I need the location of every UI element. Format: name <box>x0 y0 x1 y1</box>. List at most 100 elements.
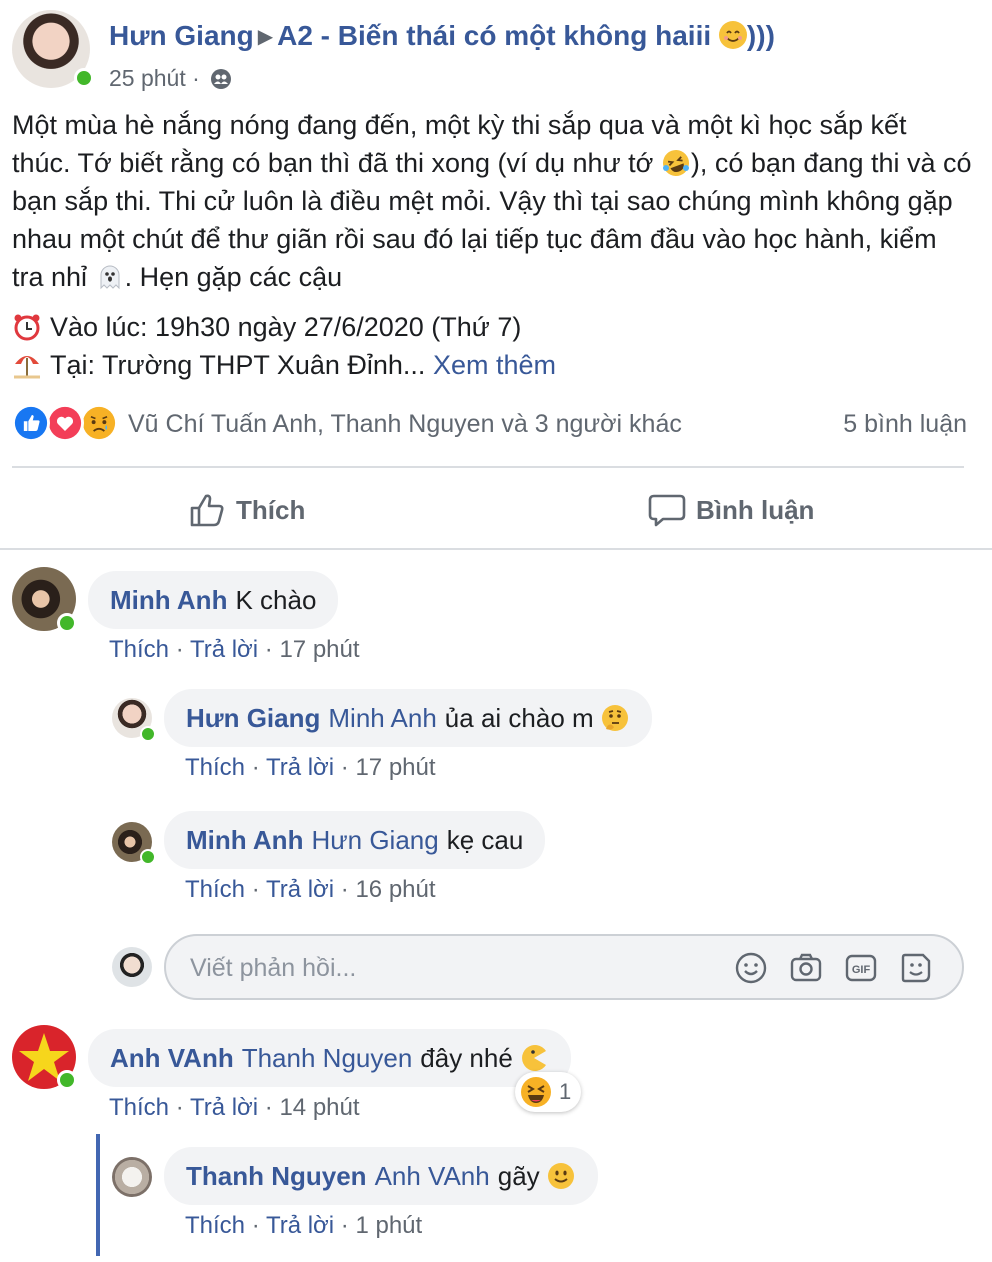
like-button[interactable]: Thích <box>188 488 305 532</box>
reply-like-link[interactable]: Thích <box>185 1212 245 1239</box>
beach-umbrella-icon <box>14 356 40 379</box>
author-name-link[interactable]: Hưn Giang <box>109 20 254 51</box>
highlighted-thread-line <box>96 1134 100 1256</box>
event-time-text: Vào lúc: 19h30 ngày 27/6/2020 (Thứ 7) <box>50 312 522 342</box>
event-place-line: Tại: Trường THPT Xuân Đỉnh... Xem thêm <box>12 350 556 381</box>
reply-input-box: GIF <box>164 934 964 1000</box>
reply-text: gãy <box>497 1160 540 1191</box>
comment-author-link[interactable]: Minh Anh <box>110 585 227 616</box>
pacman-emoji-icon <box>521 1045 546 1071</box>
rofl-emoji-icon <box>662 150 689 176</box>
comment-time[interactable]: 17 phút <box>279 636 359 663</box>
thinking-face-emoji-icon <box>601 705 628 731</box>
group-suffix: ))) <box>746 20 775 51</box>
reply-actions: Thích · Trả lời · 1 phút <box>185 1212 422 1240</box>
comment-button[interactable]: Bình luận <box>648 488 814 532</box>
reply-time[interactable]: 1 phút <box>355 1212 422 1239</box>
comment-text: đây nhé <box>420 1042 513 1073</box>
event-time-line: Vào lúc: 19h30 ngày 27/6/2020 (Thứ 7) <box>12 312 521 343</box>
love-reaction-icon[interactable] <box>46 404 84 442</box>
haha-reaction-icon <box>521 1077 551 1107</box>
comment-button-label: Bình luận <box>696 494 815 525</box>
section-divider <box>0 548 992 550</box>
post-time-link[interactable]: 25 phút · <box>109 65 200 91</box>
comment-actions: Thích · Trả lời · 14 phút <box>109 1094 360 1122</box>
reply-like-link[interactable]: Thích <box>185 754 245 781</box>
reply-reply-link[interactable]: Trả lời <box>266 876 334 903</box>
reply-author-link[interactable]: Hưn Giang <box>186 703 320 734</box>
like-reaction-icon[interactable] <box>12 404 50 442</box>
comment-reply-link[interactable]: Trả lời <box>190 636 258 663</box>
gif-icon[interactable]: GIF <box>844 951 878 985</box>
reply-like-link[interactable]: Thích <box>185 876 245 903</box>
reply-text: ủa ai chào m <box>444 702 594 733</box>
online-indicator <box>74 68 94 88</box>
sticker-icon[interactable] <box>899 951 933 985</box>
reaction-count: 1 <box>559 1079 572 1104</box>
separator: · <box>245 876 266 903</box>
comment-reaction-badge[interactable]: 1 <box>515 1072 582 1112</box>
group-audience-icon <box>211 69 232 89</box>
current-user-avatar <box>112 947 152 987</box>
reply-author-link[interactable]: Minh Anh <box>186 825 303 856</box>
reply-reply-link[interactable]: Trả lời <box>266 754 334 781</box>
smiling-face-emoji-icon <box>718 21 747 49</box>
emoji-icon[interactable] <box>734 951 768 985</box>
separator: · <box>245 1212 266 1239</box>
separator: · <box>169 1094 190 1121</box>
sad-reaction-icon[interactable] <box>80 404 118 442</box>
online-indicator <box>140 726 156 742</box>
reply-author-link[interactable]: Thanh Nguyen <box>186 1161 367 1192</box>
arrow-right-icon: ▶ <box>257 26 274 48</box>
post-title: Hưn Giang ▶ A2 - Biến thái có một không ha… <box>109 20 775 52</box>
comment-count-link[interactable]: 5 bình luận <box>843 410 967 439</box>
comment-like-link[interactable]: Thích <box>109 636 169 663</box>
mention-link[interactable]: Hưn Giang <box>311 825 438 856</box>
event-place-text: Tại: Trường THPT Xuân Đỉnh... <box>50 350 426 380</box>
see-more-link[interactable]: Xem thêm <box>433 350 556 380</box>
reply-text: kẹ cau <box>446 824 524 855</box>
like-button-label: Thích <box>236 494 306 525</box>
separator: · <box>258 1094 280 1121</box>
separator: · <box>258 636 280 663</box>
separator: · <box>334 876 356 903</box>
comment-text: K chào <box>235 584 317 615</box>
comment-bubble: Minh Anh K chào <box>88 571 339 629</box>
reply-actions: Thích · Trả lời · 16 phút <box>185 876 436 904</box>
separator: · <box>334 1212 356 1239</box>
comment-actions: Thích · Trả lời · 17 phút <box>109 636 360 664</box>
mention-link[interactable]: Minh Anh <box>328 703 436 734</box>
reply-time[interactable]: 16 phút <box>355 876 435 903</box>
post-header: Hưn Giang ▶ A2 - Biến thái có một không ha… <box>12 10 982 91</box>
comment-like-link[interactable]: Thích <box>109 1094 169 1121</box>
comment-author-link[interactable]: Anh VAnh <box>110 1043 234 1074</box>
slight-smile-emoji-icon <box>547 1163 574 1189</box>
comment-reply-link[interactable]: Trả lời <box>190 1094 258 1121</box>
thumbs-up-icon <box>190 494 224 527</box>
comment-time[interactable]: 14 phút <box>279 1094 359 1121</box>
divider <box>12 466 964 468</box>
svg-text:GIF: GIF <box>852 964 871 976</box>
post-body-text-3: . Hẹn gặp các cậu <box>124 262 343 292</box>
camera-icon[interactable] <box>789 951 823 985</box>
reaction-names-link[interactable]: Vũ Chí Tuấn Anh, Thanh Nguyen và 3 người… <box>128 410 682 439</box>
separator: · <box>334 754 356 781</box>
online-indicator <box>140 849 156 865</box>
speech-bubble-icon <box>648 494 686 527</box>
online-indicator <box>57 1070 77 1090</box>
online-indicator <box>57 613 77 633</box>
reactions-bar: Vũ Chí Tuấn Anh, Thanh Nguyen và 3 người… <box>12 404 967 444</box>
reply-actions: Thích · Trả lời · 17 phút <box>185 754 436 782</box>
mention-link[interactable]: Anh VAnh <box>375 1161 490 1192</box>
reply-bubble: Thanh Nguyen Anh VAnh gãy <box>164 1147 598 1205</box>
post-body: Một mùa hè nắng nóng đang đến, một kỳ th… <box>12 106 972 296</box>
comment-bubble: Anh VAnh Thanh Nguyen đây nhé <box>88 1029 571 1087</box>
separator: · <box>245 754 266 781</box>
reply-avatar[interactable] <box>112 1157 152 1197</box>
reply-input[interactable] <box>190 950 710 986</box>
mention-link[interactable]: Thanh Nguyen <box>242 1043 413 1074</box>
ghost-emoji-icon <box>100 265 120 290</box>
group-name-link[interactable]: A2 - Biến thái có một không haiii <box>277 20 711 51</box>
reply-reply-link[interactable]: Trả lời <box>266 1212 334 1239</box>
reply-time[interactable]: 17 phút <box>355 754 435 781</box>
